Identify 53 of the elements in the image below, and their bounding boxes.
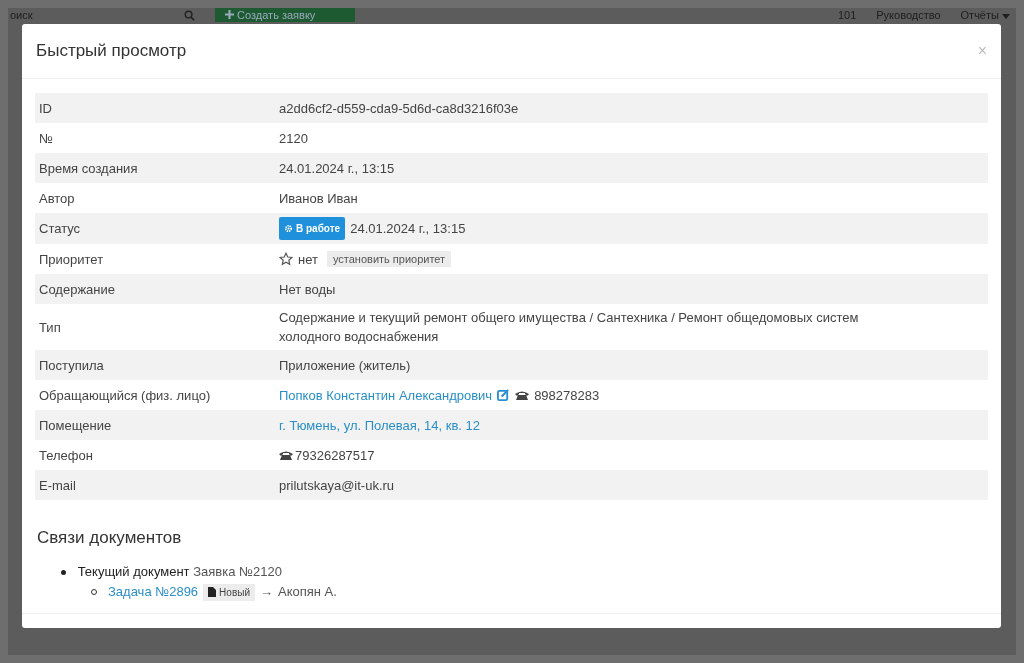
edit-icon[interactable]	[497, 388, 511, 402]
field-value: 24.01.2024 г., 13:15	[279, 159, 395, 178]
field-value: Содержание и текущий ремонт общего имущества / Сантехника / Ремонт общедомовых систем холодного водоснабжения	[279, 309, 860, 346]
field-label: E-mail	[38, 477, 77, 493]
status-date: 24.01.2024 г., 13:15	[350, 220, 466, 238]
bullet-icon	[61, 570, 66, 576]
guide-link[interactable]: Руководство	[876, 9, 941, 21]
close-button[interactable]: ×	[977, 42, 987, 60]
phone-icon	[279, 449, 293, 461]
field-label: Содержание	[38, 281, 116, 297]
task-link[interactable]: Задача №2896	[108, 582, 199, 602]
field-label: Приоритет	[38, 251, 105, 267]
modal-title: Быстрый просмотр	[36, 41, 187, 61]
field-label: Автор	[38, 190, 76, 206]
field-label: Тип	[38, 319, 62, 335]
field-value: Нет воды	[279, 280, 336, 299]
phone-icon	[515, 389, 530, 401]
phone-number: 79326287517	[295, 446, 375, 465]
search-icon	[184, 9, 195, 21]
create-button[interactable]: Создать заявку	[215, 8, 355, 22]
arrow-icon: →	[259, 582, 273, 602]
status-badge: В работе	[279, 217, 346, 240]
document-label: Текущий документ	[77, 564, 190, 579]
field-label: №	[38, 130, 54, 146]
field-value: a2dd6cf2-d559-cda9-5d6d-ca8d3216f03e	[279, 99, 519, 118]
status-badge: Новый	[203, 583, 255, 601]
priority-value: нет	[298, 250, 318, 269]
field-label: Статус	[38, 221, 82, 236]
field-label: Время создания	[38, 160, 139, 176]
file-icon	[208, 587, 217, 597]
phone-link[interactable]: 101	[837, 9, 857, 21]
star-icon	[279, 252, 293, 266]
field-label: Поступила	[38, 357, 105, 373]
address-link[interactable]: г. Тюмень, ул. Полевая, 14, кв. 12	[279, 415, 481, 435]
set-priority-button[interactable]: установить приоритет	[326, 251, 452, 267]
search-field[interactable]: оиск	[10, 9, 195, 21]
field-value: Иванов Иван	[279, 189, 358, 208]
document-name: Заявка №2120	[193, 564, 282, 579]
gear-icon	[284, 224, 293, 233]
person-link[interactable]: Попков Константин Александрович	[279, 385, 493, 405]
field-label: ID	[38, 100, 53, 116]
field-label: Помещение	[38, 417, 113, 433]
field-value: 2120	[279, 129, 308, 148]
field-value: prilutskaya@it-uk.ru	[279, 476, 395, 495]
field-label: Телефон	[38, 447, 94, 463]
section-title: Связи документов	[37, 528, 183, 548]
caret-icon	[1002, 14, 1010, 19]
plus-icon	[225, 10, 234, 19]
assignee-name: Акопян А.	[277, 583, 337, 601]
phone-number: 898278283	[534, 386, 600, 405]
reports-menu[interactable]: Отчёты	[960, 9, 1010, 21]
field-label: Обращающийся (физ. лицо)	[38, 387, 212, 403]
field-value: Приложение (житель)	[279, 356, 411, 375]
